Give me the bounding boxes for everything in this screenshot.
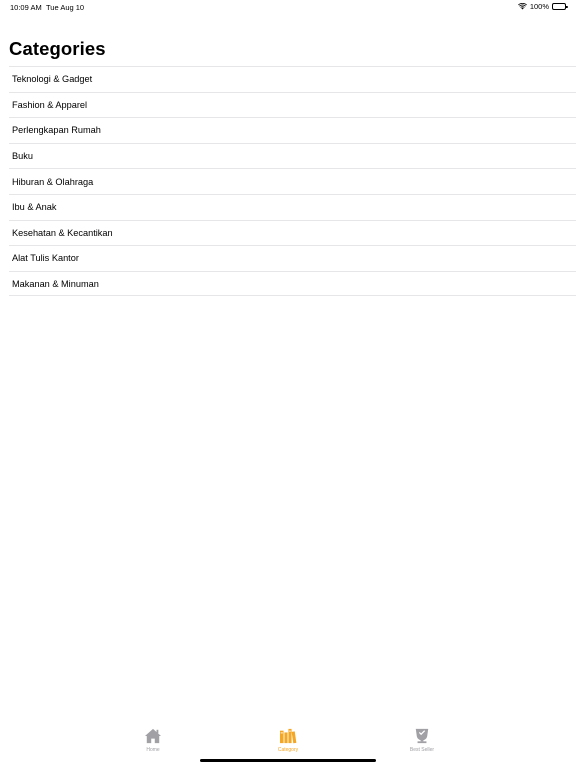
wifi-icon: [517, 3, 527, 10]
tab-label: Category: [277, 747, 299, 753]
category-label: Ibu & Anak: [12, 202, 57, 213]
category-list: Teknologi & Gadget Fashion & Apparel Per…: [0, 66, 576, 297]
home-indicator[interactable]: [200, 759, 376, 762]
status-date: Tue Aug 10: [46, 3, 85, 12]
category-item-kesehatan-kecantikan[interactable]: Kesehatan & Kecantikan: [9, 219, 576, 246]
page-title: Categories: [9, 38, 106, 59]
category-item-fashion-apparel[interactable]: Fashion & Apparel: [9, 91, 576, 118]
category-label: Fashion & Apparel: [12, 99, 88, 110]
battery-percentage: 100%: [529, 2, 549, 11]
category-item-alat-tulis-kantor[interactable]: Alat Tulis Kantor: [9, 245, 576, 271]
category-label: Perlengkapan Rumah: [12, 125, 101, 136]
category-item-makanan-minuman[interactable]: Makanan & Minuman: [9, 270, 576, 297]
status-bar: 10:09 AM Tue Aug 10 100%: [0, 0, 576, 14]
category-label: Kesehatan & Kecantikan: [12, 227, 113, 238]
category-item-perlengkapan-rumah[interactable]: Perlengkapan Rumah: [9, 117, 576, 143]
status-time: 10:09 AM: [10, 3, 42, 12]
category-label: Teknologi & Gadget: [12, 74, 93, 85]
category-item-hiburan-olahraga[interactable]: Hiburan & Olahraga: [9, 168, 576, 194]
tab-best-seller[interactable]: Best Seller: [392, 728, 452, 753]
home-icon: [145, 728, 161, 744]
category-label: Alat Tulis Kantor: [12, 253, 79, 264]
tab-label: Best Seller: [409, 747, 435, 753]
category-item-ibu-anak[interactable]: Ibu & Anak: [9, 193, 576, 220]
category-label: Hiburan & Olahraga: [12, 176, 94, 187]
tab-home[interactable]: Home: [123, 728, 183, 753]
books-icon: [280, 728, 297, 744]
category-item-teknologi-gadget[interactable]: Teknologi & Gadget: [9, 66, 576, 92]
trophy-icon: [415, 728, 429, 744]
tab-label: Home: [146, 747, 160, 753]
battery-icon: [552, 3, 568, 10]
category-label: Buku: [12, 151, 33, 162]
tab-category[interactable]: Category: [258, 728, 318, 753]
status-indicators: 100%: [517, 2, 568, 11]
category-label: Makanan & Minuman: [12, 278, 99, 289]
category-item-buku[interactable]: Buku: [9, 142, 576, 169]
